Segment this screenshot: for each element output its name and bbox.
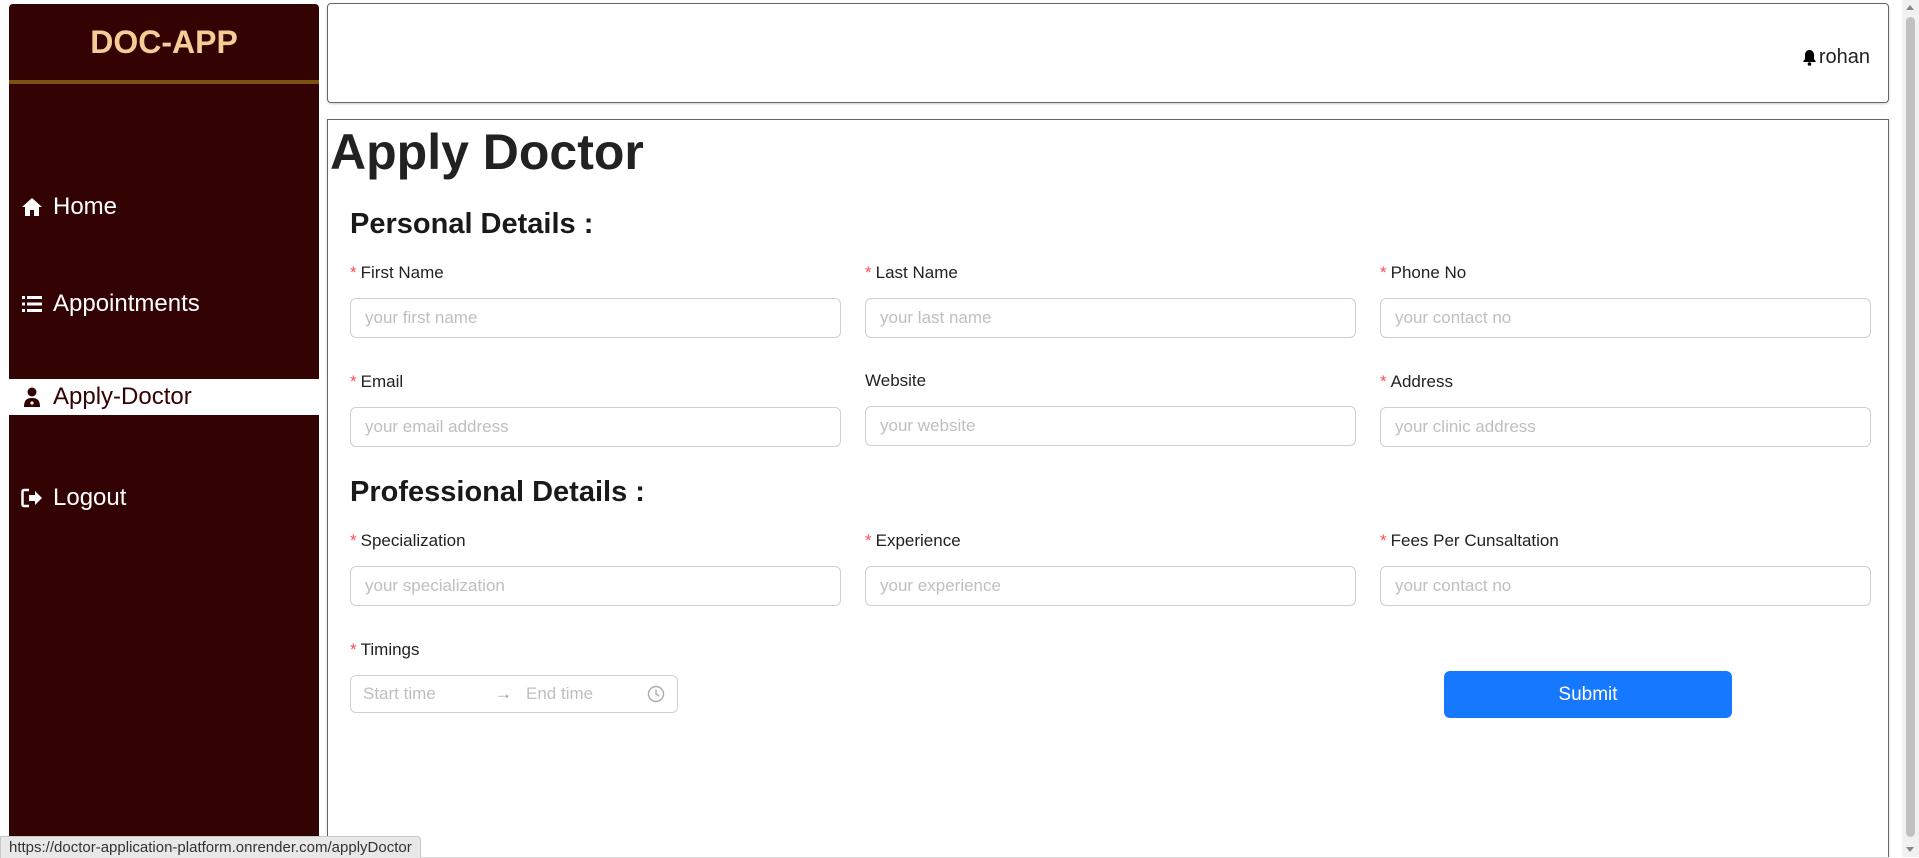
arrow-right-icon: → xyxy=(495,684,512,703)
vertical-scrollbar[interactable] xyxy=(1902,0,1919,857)
sidebar-item-apply-doctor[interactable]: Apply-Doctor xyxy=(9,379,319,415)
timings-field: * Timings Start time → End time xyxy=(350,639,678,713)
sidebar-item-appointments[interactable]: Appointments xyxy=(9,286,319,322)
last-name-label: * Last Name xyxy=(865,263,958,282)
user-info[interactable]: rohan xyxy=(1802,46,1870,69)
list-icon xyxy=(21,293,43,315)
sidebar-item-label: Home xyxy=(53,193,118,220)
user-name[interactable]: rohan xyxy=(1819,46,1870,69)
scroll-up-arrow-icon[interactable] xyxy=(1906,5,1914,10)
timings-label: * Timings xyxy=(350,640,420,659)
home-icon xyxy=(21,196,43,218)
email-field: * Email xyxy=(350,371,841,447)
phone-field: * Phone No xyxy=(1380,262,1871,338)
website-field: Website xyxy=(865,370,1356,446)
address-label: * Address xyxy=(1380,372,1453,391)
fees-label: * Fees Per Cunsaltation xyxy=(1380,531,1559,550)
sidebar-item-label: Appointments xyxy=(53,290,200,317)
sidebar: DOC-APP Home Appointments Apply-Doctor L… xyxy=(9,4,319,857)
sidebar-item-home[interactable]: Home xyxy=(9,189,319,225)
phone-input[interactable] xyxy=(1380,298,1871,338)
email-input[interactable] xyxy=(350,407,841,447)
sidebar-item-label: Logout xyxy=(53,484,127,511)
bell-icon[interactable] xyxy=(1802,49,1817,66)
specialization-input[interactable] xyxy=(350,566,841,606)
last-name-field: * Last Name xyxy=(865,262,1356,338)
experience-field: * Experience xyxy=(865,530,1356,606)
sidebar-item-logout[interactable]: Logout xyxy=(9,480,319,516)
email-label: * Email xyxy=(350,372,404,391)
scrollbar-thumb[interactable] xyxy=(1906,17,1915,837)
status-bar-url: https://doctor-application-platform.onre… xyxy=(0,836,421,858)
main-content: Apply Doctor Personal Details : * First N… xyxy=(327,119,1889,857)
experience-input[interactable] xyxy=(865,566,1356,606)
specialization-field: * Specialization xyxy=(350,530,841,606)
last-name-input[interactable] xyxy=(865,298,1356,338)
fees-input[interactable] xyxy=(1380,566,1871,606)
fees-field: * Fees Per Cunsaltation xyxy=(1380,530,1871,606)
sidebar-item-label: Apply-Doctor xyxy=(53,383,192,410)
page-title: Apply Doctor xyxy=(330,124,644,180)
phone-label: * Phone No xyxy=(1380,263,1467,282)
address-field: * Address xyxy=(1380,371,1871,447)
first-name-input[interactable] xyxy=(350,298,841,338)
start-time-input[interactable]: Start time xyxy=(363,684,495,704)
scroll-down-arrow-icon[interactable] xyxy=(1906,847,1914,852)
timings-range-picker[interactable]: Start time → End time xyxy=(350,675,678,713)
personal-details-heading: Personal Details : xyxy=(350,208,594,240)
website-input[interactable] xyxy=(865,406,1356,446)
logout-icon xyxy=(21,487,43,509)
address-input[interactable] xyxy=(1380,407,1871,447)
professional-details-heading: Professional Details : xyxy=(350,476,645,508)
user-doctor-icon xyxy=(21,386,43,408)
clock-icon xyxy=(647,685,665,703)
submit-button[interactable]: Submit xyxy=(1444,671,1732,718)
website-label: Website xyxy=(865,371,927,390)
end-time-input[interactable]: End time xyxy=(526,684,644,704)
first-name-field: * First Name xyxy=(350,262,841,338)
top-header: rohan xyxy=(327,3,1889,103)
specialization-label: * Specialization xyxy=(350,531,466,550)
app-logo: DOC-APP xyxy=(9,4,319,84)
first-name-label: * First Name xyxy=(350,263,444,282)
experience-label: * Experience xyxy=(865,531,961,550)
